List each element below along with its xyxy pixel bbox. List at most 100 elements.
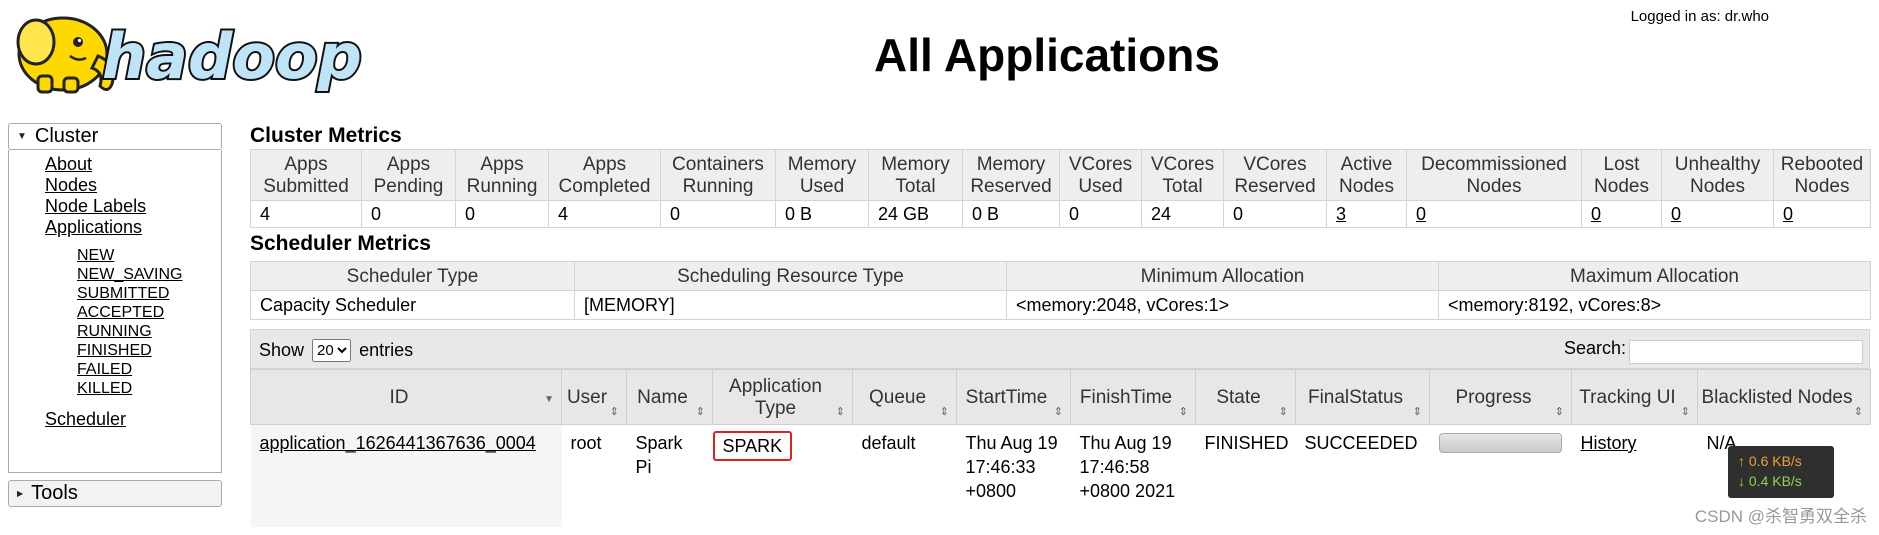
table-row: application_1626441367636_0004 root Spar… [250,424,1871,527]
progress-cell [1430,425,1572,527]
sort-icon: ⇕ [1412,406,1422,418]
scheduler-type-header: Scheduler Type [250,261,575,291]
state-failed-link[interactable]: FAILED [77,360,221,379]
cluster-accordion-header[interactable]: ▼ Cluster [8,123,222,150]
state-finished-link[interactable]: FINISHED [77,341,221,360]
entries-length-control: Show 20 entries [259,339,413,362]
sort-icon: ⇕ [1278,406,1288,418]
starttime-column-header[interactable]: StartTime ⇕ [956,369,1071,425]
user-column-header[interactable]: User ⇕ [561,369,627,425]
decommissioned-nodes-link[interactable]: 0 [1416,204,1426,224]
metric-header: Lost Nodes [1581,149,1662,201]
state-column-header[interactable]: State ⇕ [1195,369,1296,425]
tracking-ui-column-header[interactable]: Tracking UI ⇕ [1571,369,1698,425]
max-allocation-value: <memory:8192, vCores:8> [1438,290,1871,320]
apps-header-row: ID ▼ User ⇕ Name ⇕ Application Type ⇕ Queue ⇕… [250,369,1871,425]
state-new-saving-link[interactable]: NEW_SAVING [77,265,221,284]
entries-label: entries [359,340,414,360]
scheduler-metrics-table: Scheduler Type Scheduling Resource Type … [250,261,1871,320]
active-nodes-cell: 3 [1326,200,1407,228]
nav-node-labels-link[interactable]: Node Labels [45,196,221,217]
scheduler-value-row: Capacity Scheduler [MEMORY] <memory:2048… [250,290,1871,320]
metric-header: Containers Running [660,149,776,201]
state-running-link[interactable]: RUNNING [77,322,221,341]
sort-desc-icon: ▼ [544,394,554,405]
sort-icon: ⇕ [1178,406,1188,418]
cluster-label: Cluster [34,125,99,147]
metrics-value-row: 4 0 0 4 0 0 B 24 GB 0 B 0 24 0 3 0 0 0 0 [250,200,1871,228]
state-killed-link[interactable]: KILLED [77,379,221,398]
metric-header: Apps Pending [361,149,456,201]
finishtime-cell: Thu Aug 19 17:46:58 +0800 2021 [1079,433,1176,501]
finalstatus-header-label: FinalStatus [1307,386,1404,408]
memory-total-value: 24 GB [868,200,963,228]
finishtime-header-label: FinishTime [1079,386,1173,408]
finalstatus-column-header[interactable]: FinalStatus ⇕ [1295,369,1430,425]
blacklisted-header-label: Blacklisted Nodes [1701,386,1853,408]
lost-nodes-cell: 0 [1581,200,1662,228]
apps-pending-value: 0 [361,200,456,228]
show-label: Show [259,340,305,360]
history-link[interactable]: History [1581,433,1637,453]
state-submitted-link[interactable]: SUBMITTED [77,284,221,303]
vcores-used-value: 0 [1059,200,1142,228]
metric-header: Apps Running [455,149,549,201]
cluster-menu: About Nodes Node Labels Applications NEW… [8,150,222,473]
id-column-header[interactable]: ID ▼ [250,369,562,425]
queue-cell: default [861,433,916,453]
active-nodes-link[interactable]: 3 [1336,204,1346,224]
metric-header: Memory Total [868,149,963,201]
tools-accordion-header[interactable]: ▶ Tools [8,480,222,507]
max-allocation-header: Maximum Allocation [1438,261,1871,291]
sort-icon: ⇕ [1680,406,1690,418]
sidebar: ▼ Cluster About Nodes Node Labels Applica… [8,123,222,507]
finishtime-column-header[interactable]: FinishTime ⇕ [1070,369,1196,425]
metric-header: Unhealthy Nodes [1661,149,1774,201]
search-label: Search: [1563,338,1626,358]
type-cell: SPARK [712,425,853,527]
metric-header: Memory Used [775,149,869,201]
sort-icon: ⇕ [835,406,845,418]
search-input[interactable] [1629,339,1863,364]
user-cell: root [570,433,602,453]
nav-about-link[interactable]: About [45,154,221,175]
sort-icon: ⇕ [939,406,949,418]
metric-header: Apps Submitted [250,149,362,201]
main-content: Cluster Metrics Apps Submitted Apps Pend… [250,122,1871,527]
scheduler-metrics-title: Scheduler Metrics [250,232,431,255]
type-column-header[interactable]: Application Type ⇕ [712,369,853,425]
lost-nodes-link[interactable]: 0 [1591,204,1601,224]
rebooted-nodes-cell: 0 [1773,200,1871,228]
type-header-label: Application Type [729,375,822,419]
progress-column-header[interactable]: Progress ⇕ [1429,369,1572,425]
tools-label: Tools [31,482,78,504]
nav-scheduler-link[interactable]: Scheduler [45,409,221,430]
nav-applications-link[interactable]: Applications [45,217,221,238]
blacklisted-column-header[interactable]: Blacklisted Nodes ⇕ [1697,369,1871,425]
expanded-triangle-icon: ▼ [17,131,27,142]
upload-speed: ↑ 0.6 KB/s [1738,453,1802,469]
rebooted-nodes-link[interactable]: 0 [1783,204,1793,224]
sort-icon: ⇕ [1853,406,1863,418]
app-type-highlight: SPARK [712,431,793,461]
progress-bar [1438,433,1562,453]
metric-header: Memory Reserved [962,149,1060,201]
state-new-link[interactable]: NEW [77,246,221,265]
memory-reserved-value: 0 B [962,200,1060,228]
metric-header: Decommissioned Nodes [1406,149,1582,201]
name-column-header[interactable]: Name ⇕ [626,369,713,425]
applications-table: ID ▼ User ⇕ Name ⇕ Application Type ⇕ Queue ⇕… [250,369,1871,527]
metric-header: Rebooted Nodes [1773,149,1871,201]
queue-column-header[interactable]: Queue ⇕ [852,369,957,425]
nav-nodes-link[interactable]: Nodes [45,175,221,196]
unhealthy-nodes-link[interactable]: 0 [1671,204,1681,224]
app-id-link[interactable]: application_1626441367636_0004 [260,433,536,453]
cluster-metrics-table: Apps Submitted Apps Pending Apps Running… [250,149,1871,228]
progress-header-label: Progress [1455,386,1532,408]
metric-header: VCores Reserved [1223,149,1327,201]
starttime-header-label: StartTime [965,386,1048,408]
queue-header-label: Queue [868,386,927,408]
state-accepted-link[interactable]: ACCEPTED [77,303,221,322]
entries-select[interactable]: 20 [312,339,352,362]
finalstatus-cell: SUCCEEDED [1304,433,1418,453]
